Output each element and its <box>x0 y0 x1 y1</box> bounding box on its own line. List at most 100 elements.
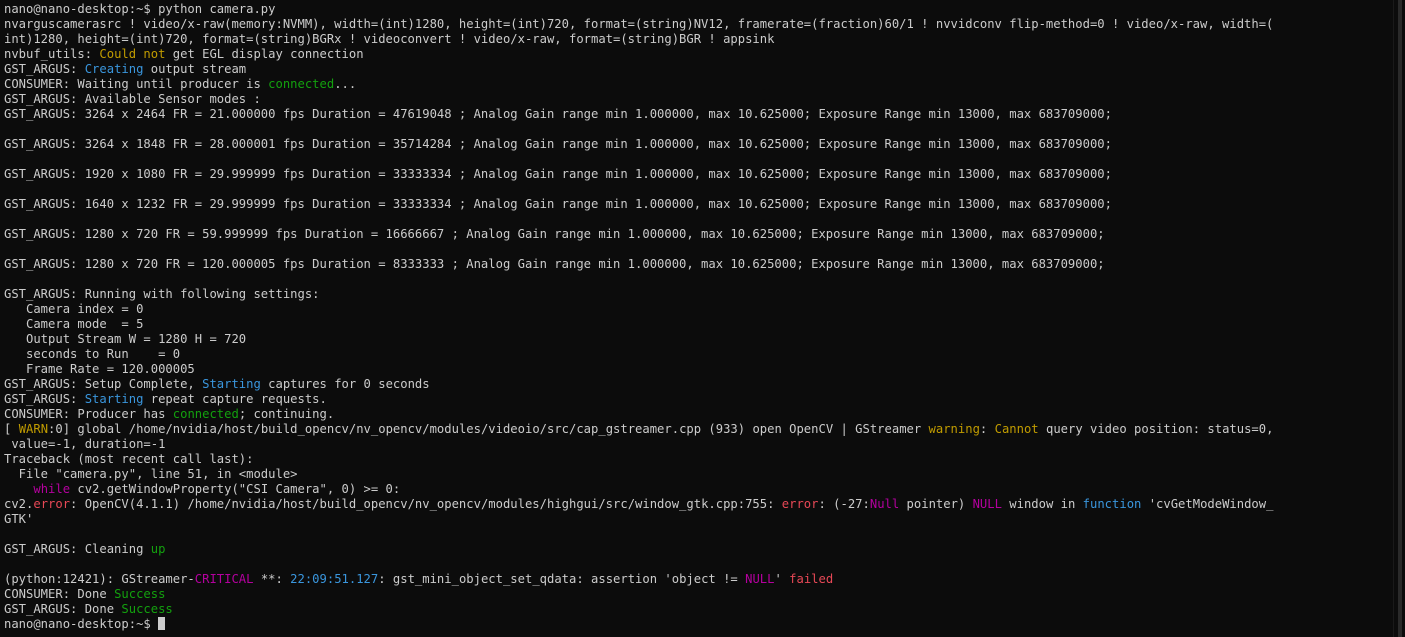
terminal-line: [ WARN:0] global /home/nvidia/host/build… <box>4 422 1393 437</box>
terminal-text-segment: nvarguscamerasrc ! video/x-raw(memory:NV… <box>4 17 1274 31</box>
terminal-line: File "camera.py", line 51, in <module> <box>4 467 1393 482</box>
terminal-text-segment: 22:09:51.127 <box>290 572 379 586</box>
terminal-line: GST_ARGUS: Done Success <box>4 602 1393 617</box>
terminal-text-segment: GST_ARGUS: Running with following settin… <box>4 287 320 301</box>
terminal-text-segment: Creating <box>84 62 144 76</box>
terminal-text-segment: : <box>979 422 995 436</box>
terminal-text-segment: Frame Rate = 120.000005 <box>4 362 195 376</box>
terminal-text-segment: window in <box>1001 497 1083 511</box>
terminal-line: nvarguscamerasrc ! video/x-raw(memory:NV… <box>4 17 1393 32</box>
terminal-text-segment: GST_ARGUS: 1280 x 720 FR = 120.000005 fp… <box>4 257 1105 271</box>
terminal-text-segment: query video position: status=0, <box>1038 422 1274 436</box>
terminal-text-segment: :0] global /home/nvidia/host/build_openc… <box>48 422 929 436</box>
terminal-text-segment: CONSUMER: Done <box>4 587 115 601</box>
terminal-text-segment: Null <box>869 497 900 511</box>
terminal-line: GST_ARGUS: 3264 x 1848 FR = 28.000001 fp… <box>4 137 1393 152</box>
terminal-text-segment: NULL <box>745 572 775 586</box>
terminal-text-segment: error <box>33 497 71 511</box>
terminal-text-segment: connected <box>268 77 335 91</box>
terminal-text-segment: GST_ARGUS: 1920 x 1080 FR = 29.999999 fp… <box>4 167 1112 181</box>
terminal-text-segment: cv2. <box>4 497 34 511</box>
terminal-line: cv2.error: OpenCV(4.1.1) /home/nvidia/ho… <box>4 497 1393 512</box>
terminal-text-segment: **: <box>253 572 291 586</box>
terminal-text-segment: WARN <box>18 422 49 436</box>
terminal-line: Frame Rate = 120.000005 <box>4 362 1393 377</box>
terminal-text-segment: nano@nano-desktop:~$ python camera.py <box>4 2 276 16</box>
terminal-line: Traceback (most recent call last): <box>4 452 1393 467</box>
terminal-text-segment: pointer) <box>899 497 973 511</box>
terminal-text-segment: seconds to Run = 0 <box>4 347 181 361</box>
terminal-line: Output Stream W = 1280 H = 720 <box>4 332 1393 347</box>
terminal-text-segment: error <box>781 497 819 511</box>
terminal-text-segment: Starting <box>202 377 261 391</box>
terminal-text-segment: NULL <box>972 497 1002 511</box>
terminal-text-segment: ... <box>334 77 357 91</box>
terminal-text-segment: Camera index = 0 <box>4 302 144 316</box>
terminal-text-segment: Starting <box>84 392 144 406</box>
terminal-text-segment: : gst_mini_object_set_qdata: assertion '… <box>378 572 746 586</box>
terminal-text-segment: GST_ARGUS: Setup Complete, <box>4 377 203 391</box>
terminal-text-segment: value=-1, duration=-1 <box>4 437 166 451</box>
terminal-line: GST_ARGUS: Creating output stream <box>4 62 1393 77</box>
terminal-line: nano@nano-desktop:~$ python camera.py <box>4 2 1393 17</box>
terminal-text-segment: connected <box>172 407 239 421</box>
terminal-line: nvbuf_utils: Could not get EGL display c… <box>4 47 1393 62</box>
terminal-text-segment: Camera mode = 5 <box>4 317 144 331</box>
terminal-line: GST_ARGUS: 1640 x 1232 FR = 29.999999 fp… <box>4 197 1393 212</box>
terminal-text-segment: Output Stream W = 1280 H = 720 <box>4 332 247 346</box>
terminal-text-segment: GST_ARGUS: 1640 x 1232 FR = 29.999999 fp… <box>4 197 1112 211</box>
terminal-text-segment: Success <box>114 587 166 601</box>
terminal-text-segment: GST_ARGUS: 3264 x 1848 FR = 28.000001 fp… <box>4 137 1112 151</box>
terminal-text-segment: function <box>1082 497 1142 511</box>
terminal-text-segment: 'cvGetModeWindow_ <box>1141 497 1274 511</box>
terminal-text-segment: (python:12421): GStreamer- <box>4 572 195 586</box>
terminal-text-segment: cv2.getWindowProperty("CSI Camera", 0) >… <box>70 482 401 496</box>
terminal-text-segment: GST_ARGUS: 3264 x 2464 FR = 21.000000 fp… <box>4 107 1112 121</box>
terminal-line: Camera mode = 5 <box>4 317 1393 332</box>
text-cursor <box>158 617 166 630</box>
terminal-text-segment: repeat capture requests. <box>143 392 327 406</box>
terminal-text-segment: CONSUMER: Waiting until producer is <box>4 77 269 91</box>
terminal-line: GST_ARGUS: Running with following settin… <box>4 287 1393 302</box>
scrollbar-thumb[interactable] <box>1398 0 1402 637</box>
terminal-text-segment: get EGL display connection <box>165 47 364 61</box>
terminal-text-segment: failed <box>789 572 834 586</box>
terminal-text-segment: ; continuing. <box>238 407 335 421</box>
terminal-line: GST_ARGUS: Available Sensor modes : <box>4 92 1393 107</box>
terminal-text-segment: while <box>33 482 71 496</box>
terminal-text-segment: : (-27: <box>818 497 870 511</box>
terminal-line: nano@nano-desktop:~$ <box>4 617 1393 632</box>
terminal-line: CONSUMER: Done Success <box>4 587 1393 602</box>
terminal-text-segment: GST_ARGUS: 1280 x 720 FR = 59.999999 fps… <box>4 227 1105 241</box>
terminal-text-segment: nano@nano-desktop:~$ <box>4 617 159 631</box>
terminal-line: CONSUMER: Producer has connected; contin… <box>4 407 1393 422</box>
terminal-text-segment: : OpenCV(4.1.1) /home/nvidia/host/build_… <box>70 497 782 511</box>
terminal-line: GST_ARGUS: Setup Complete, Starting capt… <box>4 377 1393 392</box>
terminal-text-segment: [ <box>4 422 19 436</box>
terminal-line: GST_ARGUS: Starting repeat capture reque… <box>4 392 1393 407</box>
terminal-text-segment: GST_ARGUS: Available Sensor modes : <box>4 92 261 106</box>
terminal-output[interactable]: nano@nano-desktop:~$ python camera.py nva… <box>0 0 1393 637</box>
terminal-text-segment: output stream <box>143 62 247 76</box>
terminal-text-segment: File "camera.py", line 51, in <module> <box>4 467 298 481</box>
terminal-line: while cv2.getWindowProperty("CSI Camera"… <box>4 482 1393 497</box>
terminal-text-segment: up <box>150 542 166 556</box>
terminal-line: GST_ARGUS: 1920 x 1080 FR = 29.999999 fp… <box>4 167 1393 182</box>
terminal-text-segment: Cannot <box>994 422 1039 436</box>
scrollbar[interactable] <box>1393 0 1405 637</box>
terminal-line: GST_ARGUS: 3264 x 2464 FR = 21.000000 fp… <box>4 107 1393 122</box>
terminal-line: int)1280, height=(int)720, format=(strin… <box>4 32 1393 47</box>
terminal-text-segment: Traceback (most recent call last): <box>4 452 254 466</box>
terminal-text-segment: GST_ARGUS: Done <box>4 602 122 616</box>
terminal-text-segment: int)1280, height=(int)720, format=(strin… <box>4 32 775 46</box>
terminal-line: (python:12421): GStreamer-CRITICAL **: 2… <box>4 572 1393 587</box>
terminal-line: Camera index = 0 <box>4 302 1393 317</box>
terminal-line: GST_ARGUS: Cleaning up <box>4 542 1393 557</box>
